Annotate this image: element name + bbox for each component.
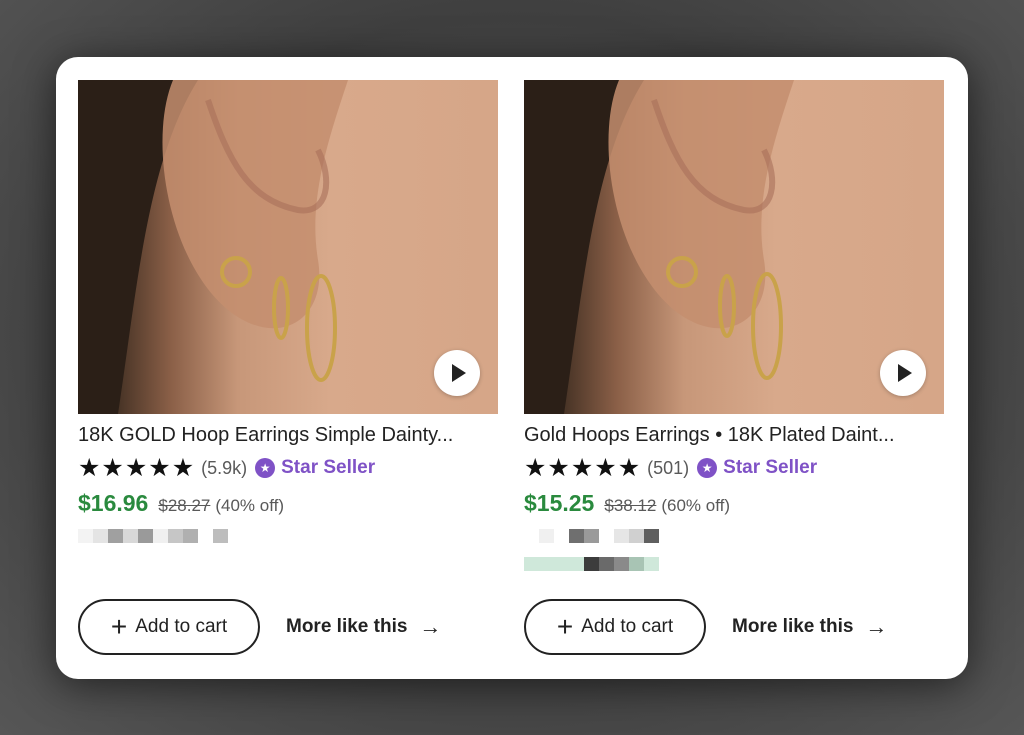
star-icon: ★ [78, 454, 101, 482]
original-price: $38.12 [604, 496, 657, 515]
listing-title[interactable]: 18K GOLD Hoop Earrings Simple Dainty... [78, 422, 498, 448]
more-like-label: More like this [732, 616, 854, 637]
play-video-button[interactable] [880, 350, 926, 396]
star-seller-badge: ★ Star Seller [255, 457, 375, 479]
star-icon: ★ [547, 454, 570, 482]
star-icon: ★ [101, 454, 124, 482]
obscured-content [78, 529, 498, 545]
listing-actions: + Add to cart More like this → [78, 599, 441, 655]
star-icon: ★ [148, 454, 171, 482]
arrow-right-icon: → [419, 614, 442, 639]
play-icon [452, 364, 466, 382]
add-to-cart-button[interactable]: + Add to cart [524, 599, 706, 655]
more-like-this-link[interactable]: More like this → [732, 614, 887, 640]
add-to-cart-label: Add to cart [581, 616, 674, 637]
star-seller-badge-icon: ★ [255, 458, 276, 478]
rating-row: ★ ★ ★ ★ ★ (501) ★ Star Seller [524, 454, 944, 482]
sale-price: $16.96 [78, 490, 149, 516]
star-seller-badge: ★ Star Seller [697, 457, 817, 479]
more-like-label: More like this [286, 616, 408, 637]
review-count: (501) [647, 457, 690, 478]
badge-label: Star Seller [723, 457, 818, 478]
rating-stars: ★ ★ ★ ★ ★ [78, 455, 195, 481]
star-icon: ★ [617, 454, 641, 482]
play-icon [898, 364, 912, 382]
star-icon: ★ [594, 454, 617, 482]
arrow-right-icon: → [865, 614, 888, 639]
add-to-cart-label: Add to cart [135, 616, 228, 637]
listing-title[interactable]: Gold Hoops Earrings • 18K Plated Daint..… [524, 422, 944, 448]
star-seller-badge-icon: ★ [697, 458, 718, 478]
obscured-content [524, 529, 944, 545]
listing-actions: + Add to cart More like this → [524, 599, 887, 655]
more-like-this-link[interactable]: More like this → [286, 614, 441, 640]
sale-price: $15.25 [524, 490, 595, 516]
listings-card: 18K GOLD Hoop Earrings Simple Dainty... … [56, 57, 968, 679]
obscured-content [524, 557, 944, 572]
listing-card[interactable]: 18K GOLD Hoop Earrings Simple Dainty... … [78, 80, 498, 655]
discount-label: (40% off) [215, 496, 285, 515]
rating-row: ★ ★ ★ ★ ★ (5.9k) ★ Star Seller [78, 454, 498, 482]
original-price: $28.27 [158, 496, 211, 515]
price-row: $16.96 $28.27 (40% off) [78, 490, 498, 517]
rating-stars: ★ ★ ★ ★ ★ [524, 455, 641, 481]
plus-icon: + [556, 611, 574, 642]
product-photo[interactable] [78, 80, 498, 414]
listing-card[interactable]: Gold Hoops Earrings • 18K Plated Daint..… [524, 80, 944, 655]
discount-label: (60% off) [661, 496, 731, 515]
star-icon: ★ [124, 454, 148, 482]
star-icon: ★ [171, 454, 195, 482]
badge-label: Star Seller [281, 457, 376, 478]
plus-icon: + [110, 611, 128, 642]
star-icon: ★ [524, 454, 547, 482]
review-count: (5.9k) [201, 457, 248, 478]
star-icon: ★ [570, 454, 594, 482]
add-to-cart-button[interactable]: + Add to cart [78, 599, 260, 655]
price-row: $15.25 $38.12 (60% off) [524, 490, 944, 517]
play-video-button[interactable] [434, 350, 480, 396]
product-photo[interactable] [524, 80, 944, 414]
